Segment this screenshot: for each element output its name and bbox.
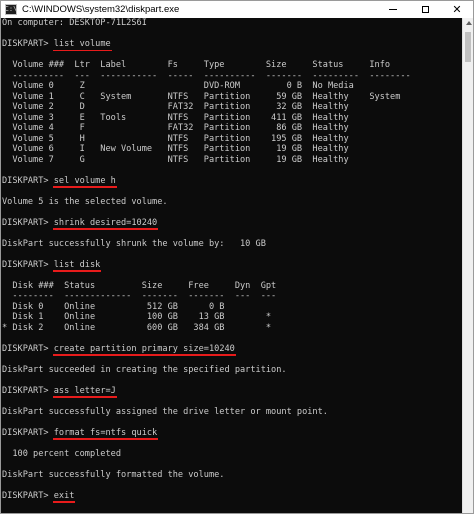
diskpart-prompt: DISKPART> bbox=[2, 427, 54, 438]
console-output-line: DiskPart successfully formatted the volu… bbox=[2, 469, 225, 480]
console-output-line: Volume 2 D FAT32 Partition 32 GB Healthy bbox=[2, 102, 349, 112]
scroll-up-arrow-icon[interactable] bbox=[466, 21, 472, 25]
console-command-line: DISKPART> list disk bbox=[2, 260, 463, 271]
console-command-line: DISKPART> create partition primary size=… bbox=[2, 344, 463, 355]
console-output[interactable]: On computer: DESKTOP-71L2S6I DISKPART> li… bbox=[1, 18, 463, 513]
diskpart-prompt: DISKPART> bbox=[2, 175, 54, 186]
typed-command: create partition primary size=10240 bbox=[53, 343, 235, 354]
typed-command: list volume bbox=[53, 39, 111, 49]
console-output-line: Disk ### Status Size Free Dyn Gpt bbox=[2, 280, 277, 291]
typed-command: format fs=ntfs quick bbox=[53, 427, 158, 438]
typed-command: sel volume h bbox=[53, 175, 116, 186]
diskpart-prompt: DISKPART> bbox=[2, 490, 54, 501]
diskpart-prompt: DISKPART> bbox=[2, 343, 54, 354]
minimize-icon bbox=[389, 9, 397, 10]
console-output-line: Volume 5 H NTFS Partition 195 GB Healthy bbox=[2, 133, 349, 144]
scrollbar-thumb[interactable] bbox=[465, 32, 471, 62]
console-output-line: Disk 0 Online 512 GB 0 B bbox=[2, 301, 225, 312]
console-output-line: ---------- --- ----------- ----- -------… bbox=[2, 70, 411, 81]
close-button[interactable]: ✕ bbox=[441, 1, 473, 18]
console-output-line: Volume 6 I New Volume NTFS Partition 19 … bbox=[2, 144, 349, 154]
typed-command: ass letter=J bbox=[53, 385, 116, 396]
typed-command: list disk bbox=[53, 259, 101, 270]
console-output-line: On computer: DESKTOP-71L2S6I bbox=[2, 18, 147, 28]
console-output-line: Volume 3 E Tools NTFS Partition 411 GB H… bbox=[2, 112, 349, 123]
console-output-line: DiskPart successfully shrunk the volume … bbox=[2, 238, 266, 249]
typed-command: exit bbox=[53, 490, 75, 501]
diskpart-prompt: DISKPART> bbox=[2, 217, 54, 228]
console-command-line: DISKPART> list volume bbox=[2, 39, 463, 50]
console-app-icon-glyph: C:\ bbox=[4, 5, 18, 13]
console-output-line: Volume 5 is the selected volume. bbox=[2, 196, 168, 207]
console-command-line: DISKPART> exit bbox=[2, 491, 463, 502]
diskpart-prompt: DISKPART> bbox=[2, 385, 54, 396]
console-command-line: DISKPART> ass letter=J bbox=[2, 386, 463, 397]
console-command-line: DISKPART> format fs=ntfs quick bbox=[2, 428, 463, 439]
title-bar[interactable]: C:\ C:\WINDOWS\system32\diskpart.exe ✕ bbox=[1, 1, 473, 18]
console-output-line: Volume 4 F FAT32 Partition 86 GB Healthy bbox=[2, 123, 349, 133]
console-output-line: Volume 7 G NTFS Partition 19 GB Healthy bbox=[2, 154, 349, 165]
maximize-button[interactable] bbox=[409, 1, 441, 18]
typed-command: shrink desired=10240 bbox=[53, 217, 158, 228]
console-app-icon: C:\ bbox=[5, 4, 17, 15]
console-output-line: 100 percent completed bbox=[2, 448, 121, 459]
diskpart-window: C:\ C:\WINDOWS\system32\diskpart.exe ✕ O… bbox=[0, 0, 474, 514]
vertical-scrollbar[interactable] bbox=[462, 18, 473, 513]
diskpart-prompt: DISKPART> bbox=[2, 39, 54, 49]
console-output-line: DiskPart successfully assigned the drive… bbox=[2, 406, 328, 417]
maximize-icon bbox=[421, 6, 429, 13]
console-output-line: Volume 1 C System NTFS Partition 59 GB H… bbox=[2, 91, 401, 102]
diskpart-prompt: DISKPART> bbox=[2, 259, 54, 270]
console-command-line: DISKPART> shrink desired=10240 bbox=[2, 218, 463, 229]
close-icon: ✕ bbox=[452, 3, 462, 16]
window-title: C:\WINDOWS\system32\diskpart.exe bbox=[22, 4, 180, 15]
console-output-line: * Disk 2 Online 600 GB 384 GB * bbox=[2, 322, 272, 333]
console-output-line: DiskPart succeeded in creating the speci… bbox=[2, 364, 287, 375]
console-output-line: Disk 1 Online 100 GB 13 GB * bbox=[2, 312, 272, 322]
console-output-line: Volume ### Ltr Label Fs Type Size Status… bbox=[2, 60, 391, 70]
minimize-button[interactable] bbox=[377, 1, 409, 18]
console-command-line: DISKPART> sel volume h bbox=[2, 176, 463, 187]
console-output-line: Volume 0 Z DVD-ROM 0 B No Media bbox=[2, 81, 354, 91]
console-output-line: -------- ------------- ------- ------- -… bbox=[2, 291, 277, 301]
